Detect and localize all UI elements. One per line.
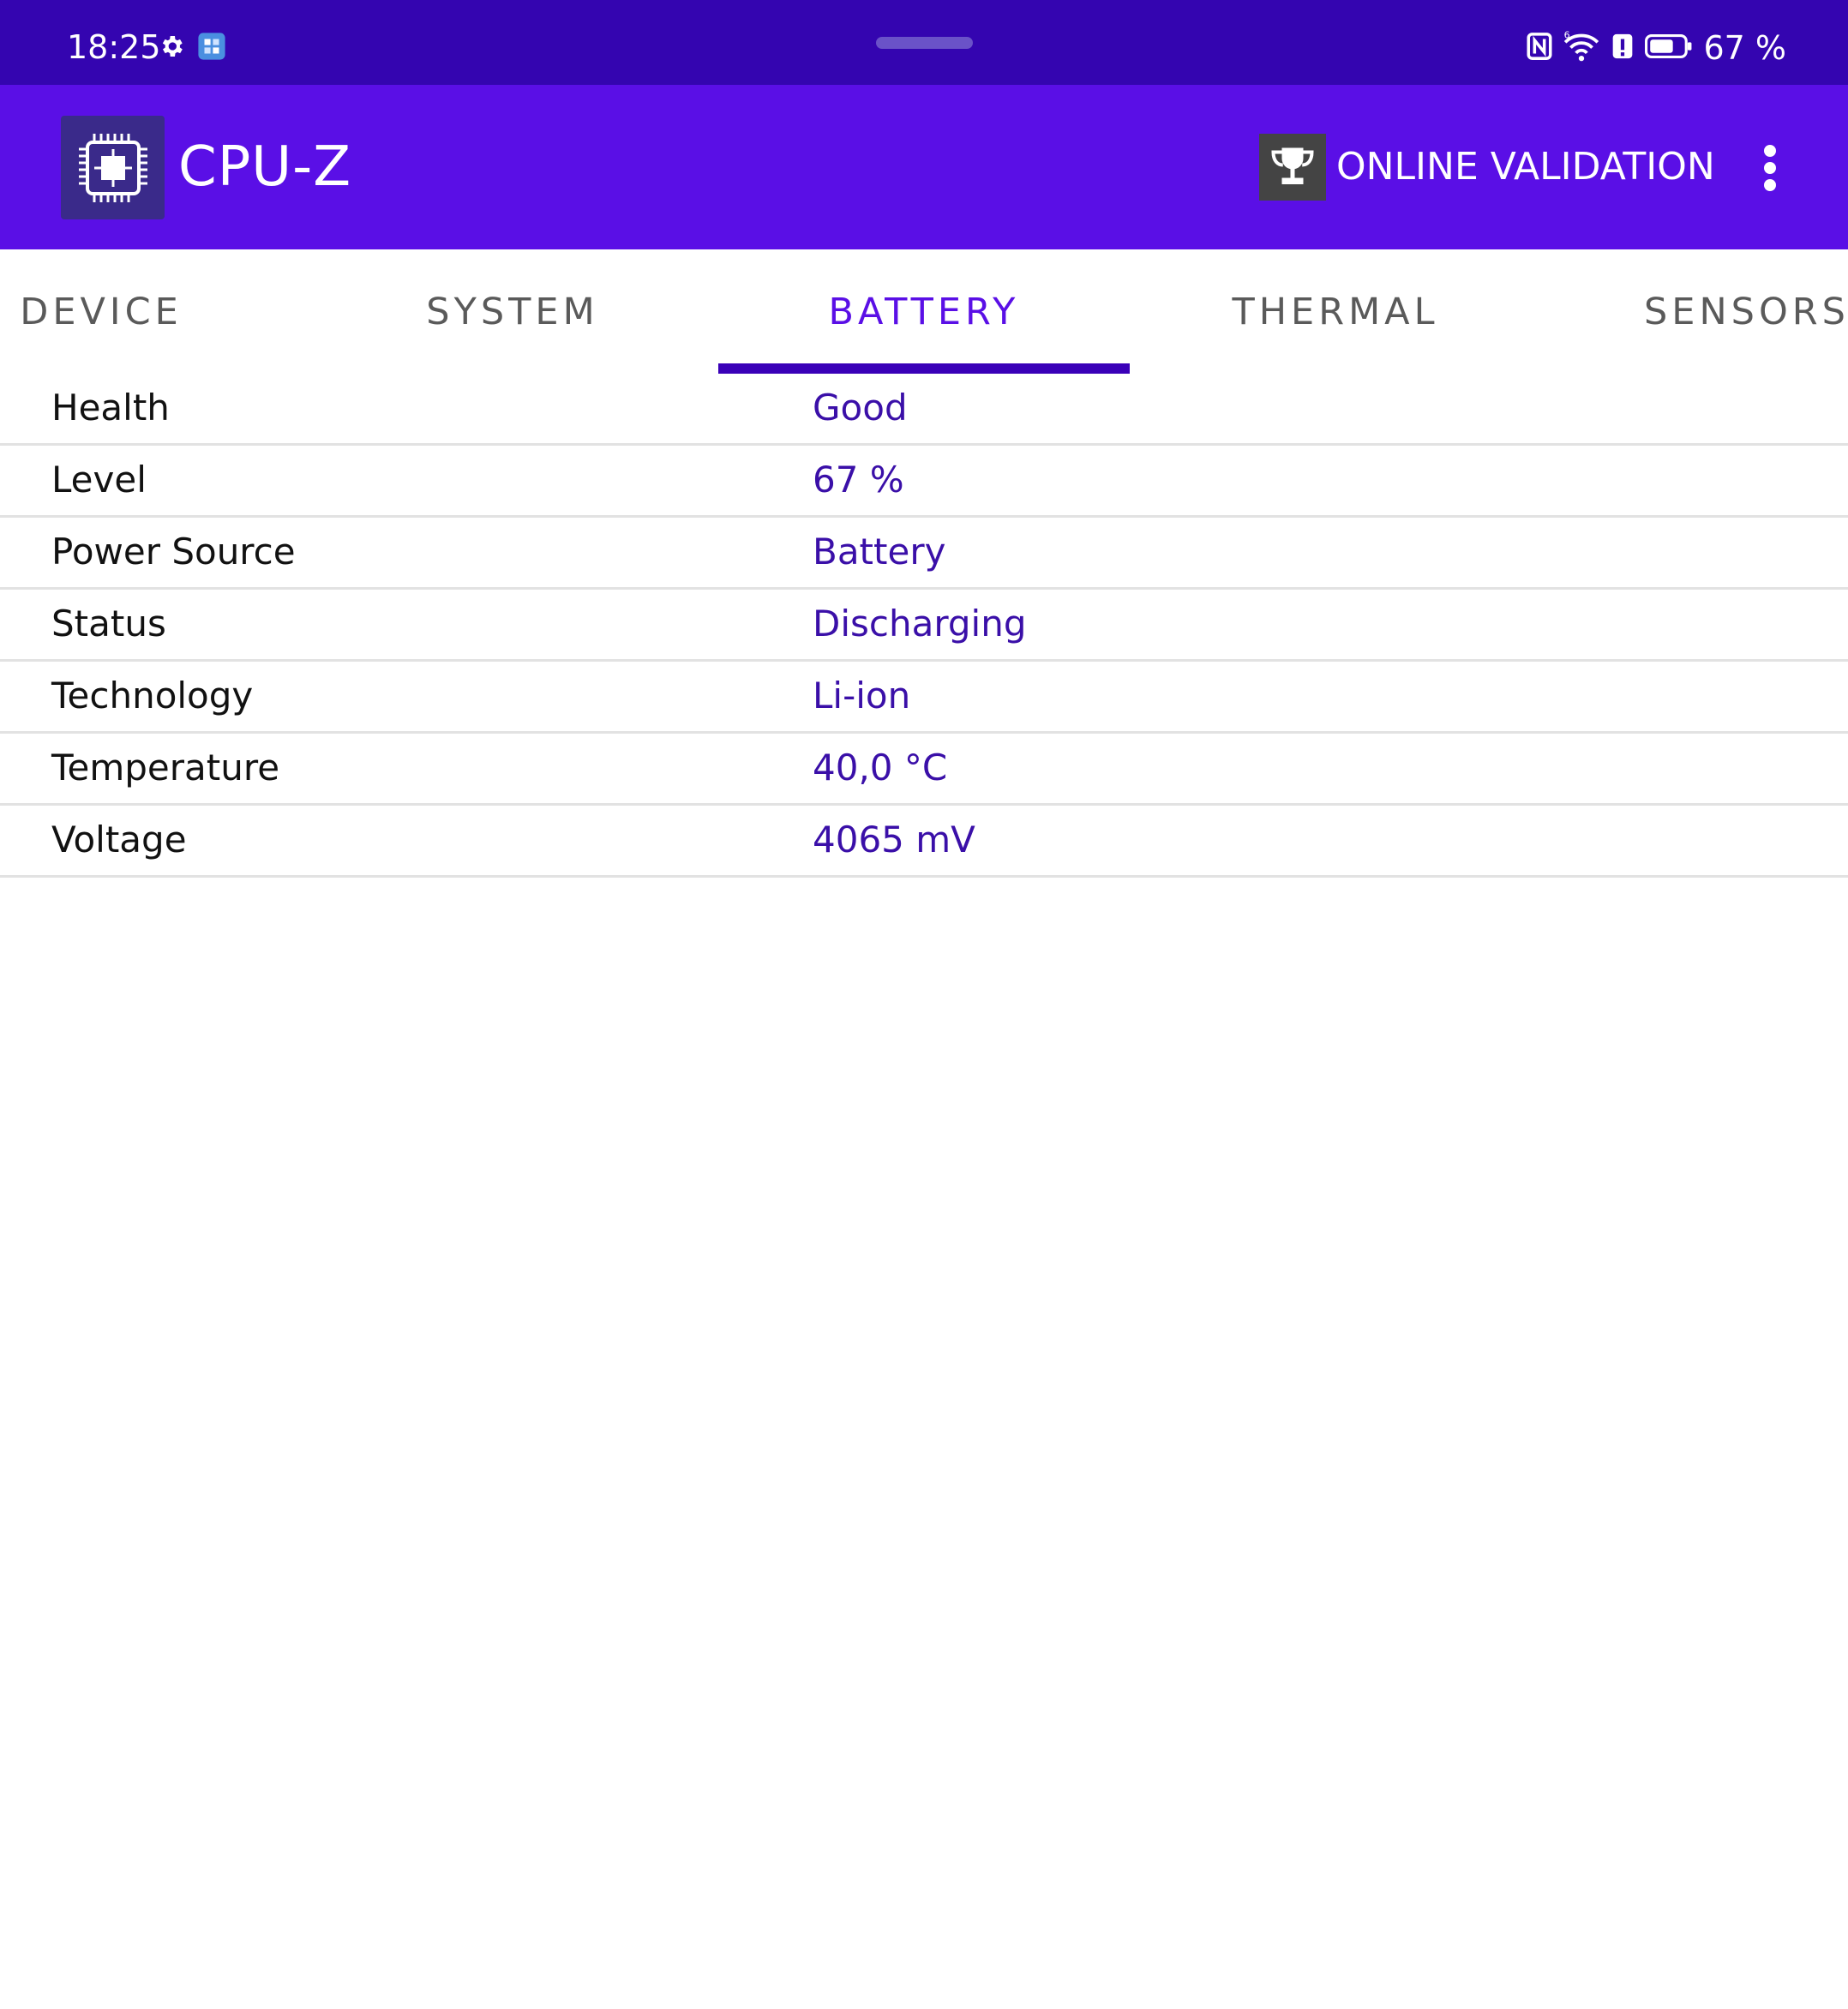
row-label: Power Source: [51, 531, 296, 573]
battery-icon: [1645, 33, 1693, 63]
alert-icon: [1611, 32, 1635, 64]
list-item: Voltage 4065 mV: [0, 806, 1848, 878]
status-right-icons: 6 67 %: [1527, 27, 1786, 69]
row-value: 40,0 °C: [813, 747, 948, 789]
wifi-6-icon: 6: [1563, 30, 1600, 66]
list-item: Temperature 40,0 °C: [0, 734, 1848, 806]
tab-sensors[interactable]: SENSORS: [1541, 249, 1848, 374]
list-item: Level 67 %: [0, 446, 1848, 518]
app-bar: CPU-Z ONLINE VALIDATION: [0, 85, 1848, 249]
tab-thermal[interactable]: THERMAL: [1130, 249, 1541, 374]
row-value: 67 %: [813, 459, 904, 501]
tab-system[interactable]: SYSTEM: [307, 249, 718, 374]
tab-battery[interactable]: BATTERY: [718, 249, 1130, 374]
row-label: Technology: [51, 675, 254, 717]
row-value: Battery: [813, 531, 946, 573]
app-title: CPU-Z: [178, 135, 352, 199]
row-label: Temperature: [51, 747, 280, 789]
status-left-icons: [158, 32, 226, 64]
row-value: Li-ion: [813, 675, 911, 717]
tab-indicator: [718, 363, 1130, 374]
list-item: Health Good: [0, 374, 1848, 446]
status-time: 18:25: [67, 28, 161, 66]
online-validation-label: ONLINE VALIDATION: [1336, 145, 1715, 189]
app-notification-icon: [197, 32, 226, 64]
cpu-chip-icon: [61, 116, 165, 219]
list-item: Technology Li-ion: [0, 662, 1848, 734]
row-value: Good: [813, 387, 908, 429]
list-item: Status Discharging: [0, 590, 1848, 662]
row-label: Status: [51, 603, 166, 645]
online-validation-button[interactable]: ONLINE VALIDATION: [1259, 133, 1715, 201]
tab-bar: DEVICE SYSTEM BATTERY THERMAL SENSORS: [0, 249, 1848, 374]
row-value: 4065 mV: [813, 819, 975, 861]
row-value: Discharging: [813, 603, 1027, 645]
list-item: Power Source Battery: [0, 518, 1848, 590]
more-vert-icon[interactable]: [1749, 136, 1791, 200]
trophy-icon: [1259, 134, 1326, 201]
status-bar: 18:25 6 67 %: [0, 0, 1848, 85]
tab-device[interactable]: DEVICE: [0, 249, 307, 374]
svg-text:6: 6: [1564, 30, 1570, 41]
row-label: Health: [51, 387, 170, 429]
drag-handle[interactable]: [876, 37, 973, 49]
gear-icon: [158, 33, 185, 63]
row-label: Level: [51, 459, 147, 501]
battery-percent: 67 %: [1703, 29, 1786, 67]
nfc-icon: [1527, 32, 1552, 64]
row-label: Voltage: [51, 819, 187, 861]
battery-info-list: Health Good Level 67 % Power Source Batt…: [0, 374, 1848, 878]
